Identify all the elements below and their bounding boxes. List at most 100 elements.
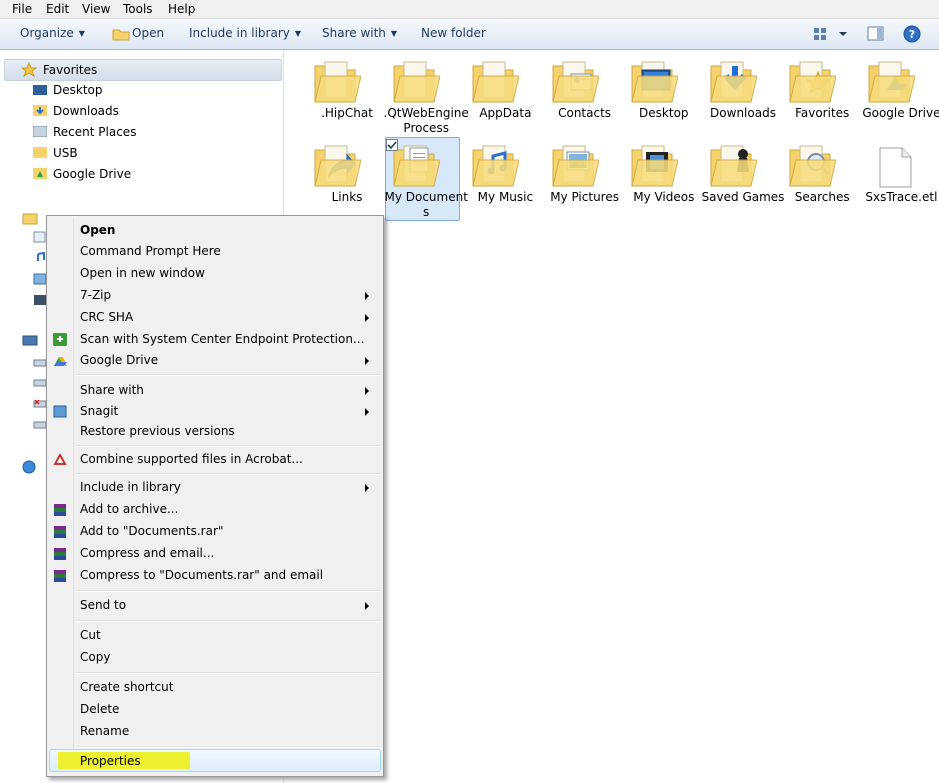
menu-item-add-to-archive[interactable]: Add to archive... [80,502,178,516]
pictures-folder-icon [551,145,599,187]
file-item-label: .QtWebEngineProcess [383,106,469,135]
menu-tools[interactable]: Tools [123,2,153,16]
menu-item-properties[interactable]: Properties [80,754,141,768]
menu-view[interactable]: View [82,2,110,16]
change-view-icon[interactable] [813,27,849,41]
google-drive-icon [54,357,67,366]
menu-help[interactable]: Help [168,2,195,16]
file-item-label: Contacts [558,106,612,120]
file-item-label: AppData [479,106,532,120]
submenu-arrow-icon [365,292,369,300]
menu-item-open-in-new-window[interactable]: Open in new window [80,266,205,280]
menu-item-send-to[interactable]: Send to [80,598,126,612]
menu-separator [77,445,379,447]
svg-text:?: ? [909,28,915,41]
file-item-label: My Music [477,190,534,204]
nav-item-usb[interactable]: USB [53,146,78,160]
winrar-icon [54,548,66,560]
file-item-label: My Pictures [550,190,619,204]
file-item-label: .HipChat [321,106,373,120]
file-item-label: My Documents [384,190,468,219]
downloads-folder-icon [33,105,47,116]
menu-item-cut[interactable]: Cut [80,628,101,642]
share-label: Share with [322,26,386,40]
submenu-arrow-icon [365,314,369,322]
nav-item-recent-places[interactable]: Recent Places [53,125,136,139]
menu-item-7-zip[interactable]: 7-Zip [80,288,111,302]
shield-icon [53,333,67,346]
network-drive-icon [33,379,47,387]
help-icon[interactable]: ? [903,25,921,43]
file-item-label: Searches [794,190,850,204]
nav-item-desktop[interactable]: Desktop [53,83,103,97]
organize-label: Organize [20,26,74,40]
new-folder-label: New folder [421,26,486,40]
file-item-label: Desktop [639,106,689,120]
acrobat-icon [53,453,67,465]
menu-item-delete[interactable]: Delete [80,702,119,716]
context-menu: Open Command Prompt Here Open in new windo… [46,215,384,777]
menu-item-include-in-library[interactable]: Include in library [80,480,181,494]
share-with-button[interactable]: Share with ▼ [322,26,397,40]
menu-item-copy[interactable]: Copy [80,650,110,664]
saved-games-folder-icon [710,145,757,187]
winrar-icon [54,570,66,582]
new-folder-button[interactable]: New folder [421,26,486,40]
file-item-label: Saved Games [701,190,785,204]
menu-item-scan-with-system-center-endpoint-protection[interactable]: Scan with System Center Endpoint Protect… [80,332,364,346]
menu-item-snagit[interactable]: Snagit [80,404,118,418]
menu-item-compress-and-email[interactable]: Compress and email... [80,546,214,560]
submenu-arrow-icon [365,408,369,416]
menu-item-rename[interactable]: Rename [80,724,129,738]
menu-item-share-with[interactable]: Share with [80,383,144,397]
nav-item-downloads[interactable]: Downloads [53,104,119,118]
videos-folder-icon [631,145,678,187]
searches-folder-icon [789,145,837,187]
folder-icon [33,147,47,158]
menu-item-open[interactable]: Open [80,223,115,237]
disconnected-drive-icon [33,399,47,408]
file-item-label: Google Drive [862,106,939,120]
menu-item-create-shortcut[interactable]: Create shortcut [80,680,173,694]
drive-icon [33,359,47,367]
contacts-folder-icon [551,61,599,103]
menu-separator [77,672,379,674]
submenu-arrow-icon [365,357,369,365]
nav-item-google-drive[interactable]: Google Drive [53,167,131,181]
menu-item-restore-previous-versions[interactable]: Restore previous versions [80,424,235,438]
folder-icon [472,61,520,103]
file-item-label: Downloads [710,106,776,120]
submenu-arrow-icon [365,387,369,395]
network-icon [22,460,36,474]
submenu-arrow-icon [365,602,369,610]
menu-item-compress-to-documents-rar-and-email[interactable]: Compress to "Documents.rar" and email [80,568,323,582]
menu-item-add-to-documents-rar[interactable]: Add to "Documents.rar" [80,524,223,538]
menu-separator [77,746,379,748]
menu-bar: File Edit View Tools Help [0,0,939,19]
chevron-down-icon: ▼ [78,29,85,38]
menu-item-combine-supported-files-in-acrobat[interactable]: Combine supported files in Acrobat... [80,452,303,466]
recent-places-icon [33,126,47,137]
file-icon [879,147,912,188]
checkbox-checked-icon[interactable] [386,139,399,151]
libraries-icon [22,213,38,225]
include-label: Include in library [189,26,290,40]
winrar-icon [54,526,66,538]
preview-pane-icon[interactable] [867,26,885,42]
desktop-icon [33,85,47,95]
music-library-icon [37,252,45,261]
file-item-label: My Videos [633,190,695,204]
menu-separator [77,590,379,592]
menu-item-command-prompt-here[interactable]: Command Prompt Here [80,244,221,258]
google-drive-folder-icon [868,61,916,103]
menu-item-crc-sha[interactable]: CRC SHA [80,310,133,324]
include-in-library-button[interactable]: Include in library ▼ [189,26,301,40]
desktop-folder-icon [631,61,678,103]
open-button[interactable]: Open [132,26,164,40]
links-folder-icon [314,145,361,187]
menu-edit[interactable]: Edit [46,2,69,16]
menu-item-google-drive[interactable]: Google Drive [80,353,158,367]
videos-library-icon [34,295,46,305]
menu-file[interactable]: File [12,2,32,16]
organize-button[interactable]: Organize ▼ [20,26,85,40]
